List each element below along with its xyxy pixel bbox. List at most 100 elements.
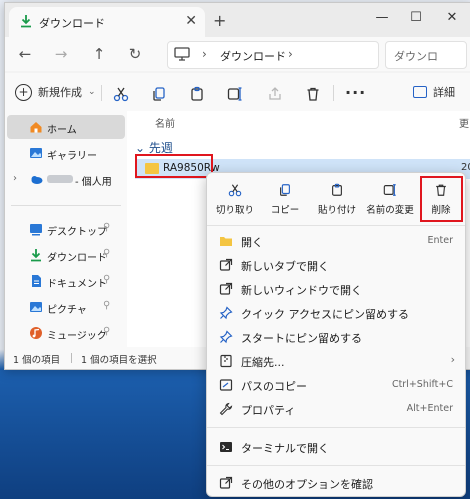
copy-button[interactable]: コピー bbox=[261, 179, 309, 221]
new-label: 新規作成 bbox=[38, 86, 82, 99]
menu-item-open-new-tab[interactable]: 新しいタブで開く bbox=[207, 253, 465, 277]
menu-item-shortcut: Ctrl+Shift+C bbox=[391, 379, 453, 390]
toolbar-divider bbox=[333, 85, 334, 101]
tab-close-button[interactable]: ✕ bbox=[185, 13, 197, 29]
sidebar-item-documents[interactable]: ドキュメント ⚲ bbox=[5, 269, 123, 293]
cloud-icon bbox=[31, 176, 43, 184]
pin-icon: ⚲ bbox=[103, 274, 111, 285]
menu-item-label: ターミナルで開く bbox=[241, 442, 329, 455]
paste-icon bbox=[332, 183, 342, 196]
share-icon[interactable] bbox=[267, 84, 283, 104]
tab-title: ダウンロード bbox=[39, 17, 105, 30]
navigation-bar: ← → ↑ ↻ › ダウンロード › ダウンロ bbox=[5, 37, 470, 71]
menu-item-pin-quick-access[interactable]: クイック アクセスにピン留めする bbox=[207, 301, 465, 325]
search-box[interactable]: ダウンロ bbox=[385, 41, 467, 69]
sidebar-divider bbox=[11, 205, 121, 206]
document-icon bbox=[32, 275, 41, 287]
pin-icon: ⚲ bbox=[103, 222, 111, 233]
details-pane-icon bbox=[413, 86, 427, 98]
cut-icon[interactable] bbox=[113, 84, 129, 104]
highlight-box-delete bbox=[420, 176, 463, 222]
sidebar-item-desktop[interactable]: デスクトップ ⚲ bbox=[5, 217, 123, 241]
chevron-right-icon: › bbox=[450, 353, 455, 366]
details-button[interactable]: 詳細 bbox=[413, 82, 455, 102]
redacted-account-name bbox=[47, 175, 73, 183]
menu-item-label: クイック アクセスにピン留めする bbox=[241, 308, 409, 321]
copy-path-icon bbox=[219, 379, 233, 391]
more-options-button[interactable]: ··· bbox=[345, 82, 366, 102]
minimize-button[interactable]: — bbox=[367, 7, 397, 29]
status-divider bbox=[71, 353, 72, 363]
details-label: 詳細 bbox=[433, 86, 455, 99]
forward-button[interactable]: → bbox=[51, 44, 71, 64]
monitor-icon bbox=[174, 47, 190, 61]
menu-item-compress[interactable]: 圧縮先... › bbox=[207, 349, 465, 373]
menu-item-more-options[interactable]: その他のオプションを確認 bbox=[207, 471, 465, 495]
sidebar-item-label: ギャラリー bbox=[47, 151, 97, 162]
tab-downloads[interactable]: ダウンロード ✕ bbox=[9, 7, 205, 37]
menu-item-open-new-window[interactable]: 新しいウィンドウで開く bbox=[207, 277, 465, 301]
copy-icon[interactable] bbox=[151, 84, 167, 104]
download-icon bbox=[21, 15, 31, 28]
menu-item-label: 圧縮先... bbox=[241, 356, 285, 369]
address-bar[interactable]: › ダウンロード › bbox=[167, 41, 379, 69]
toolbar-divider bbox=[101, 85, 102, 101]
sidebar-item-home[interactable]: ホーム bbox=[7, 115, 125, 139]
music-icon bbox=[30, 327, 42, 339]
menu-item-shortcut: Enter bbox=[427, 235, 454, 246]
title-bar: ダウンロード ✕ + — ☐ ✕ bbox=[5, 3, 470, 37]
new-tab-button[interactable]: + bbox=[213, 11, 226, 30]
column-header-date[interactable]: 更 bbox=[459, 115, 469, 130]
menu-item-label: プロパティ bbox=[241, 404, 296, 417]
home-icon bbox=[30, 122, 42, 133]
delete-icon[interactable] bbox=[305, 84, 321, 104]
menu-item-properties[interactable]: プロパティ Alt+Enter bbox=[207, 397, 465, 421]
paste-icon[interactable] bbox=[189, 84, 205, 104]
cut-button[interactable]: 切り取り bbox=[211, 179, 259, 221]
picture-icon bbox=[30, 302, 42, 312]
pin-icon: ⚲ bbox=[103, 326, 111, 337]
chevron-down-icon: ⌄ bbox=[88, 87, 96, 97]
menu-item-copy-path[interactable]: パスのコピー Ctrl+Shift+C bbox=[207, 373, 465, 397]
menu-item-open-terminal[interactable]: ターミナルで開く bbox=[207, 435, 465, 459]
maximize-button[interactable]: ☐ bbox=[401, 7, 431, 29]
back-button[interactable]: ← bbox=[15, 44, 35, 64]
sidebar-item-label: デスクトップ bbox=[47, 227, 107, 238]
pin-icon: ⚲ bbox=[103, 248, 111, 259]
refresh-button[interactable]: ↻ bbox=[125, 44, 145, 64]
sidebar-item-label: ピクチャ bbox=[47, 305, 87, 316]
sidebar-item-label: ダウンロード bbox=[47, 253, 107, 264]
navigation-pane: ホーム ギャラリー › - 個人用 デスクトップ ⚲ ダウンロード ⚲ ドキュメ… bbox=[5, 111, 127, 347]
highlight-box-file bbox=[135, 154, 213, 178]
command-bar: + 新規作成 ⌄ ··· 詳細 bbox=[5, 73, 470, 112]
close-window-button[interactable]: ✕ bbox=[437, 7, 467, 29]
download-icon bbox=[31, 249, 41, 262]
column-header-name[interactable]: 名前 bbox=[155, 115, 175, 130]
menu-item-open[interactable]: 開く Enter bbox=[207, 229, 465, 253]
sidebar-item-label: ホーム bbox=[47, 125, 77, 136]
up-button[interactable]: ↑ bbox=[89, 44, 109, 64]
paste-button[interactable]: 貼り付け bbox=[313, 179, 361, 221]
menu-item-label: 新しいウィンドウで開く bbox=[241, 284, 362, 297]
rename-icon[interactable] bbox=[227, 84, 243, 104]
rename-icon bbox=[383, 184, 396, 196]
sidebar-item-onedrive[interactable]: › - 個人用 bbox=[5, 167, 123, 191]
sidebar-item-downloads[interactable]: ダウンロード ⚲ bbox=[5, 243, 123, 267]
sidebar-item-music[interactable]: ミュージック ⚲ bbox=[5, 321, 123, 345]
sidebar-item-gallery[interactable]: ギャラリー bbox=[5, 141, 123, 165]
menu-item-label: その他のオプションを確認 bbox=[241, 478, 373, 491]
breadcrumb-downloads[interactable]: ダウンロード bbox=[220, 48, 286, 64]
sidebar-item-label: ミュージック bbox=[47, 331, 107, 342]
new-button[interactable]: + 新規作成 ⌄ bbox=[15, 82, 96, 102]
menu-item-label: 開く bbox=[241, 236, 263, 249]
menu-item-pin-start[interactable]: スタートにピン留めする bbox=[207, 325, 465, 349]
copy-icon bbox=[280, 184, 290, 196]
sidebar-item-pictures[interactable]: ピクチャ ⚲ bbox=[5, 295, 123, 319]
selection-count: 1 個の項目を選択 bbox=[81, 355, 157, 366]
more-options-icon bbox=[219, 476, 233, 489]
breadcrumb-separator: › bbox=[288, 47, 293, 61]
gallery-icon bbox=[30, 148, 42, 158]
rename-button[interactable]: 名前の変更 bbox=[363, 179, 417, 221]
open-new-tab-icon bbox=[219, 258, 233, 271]
chevron-right-icon[interactable]: › bbox=[13, 173, 17, 184]
